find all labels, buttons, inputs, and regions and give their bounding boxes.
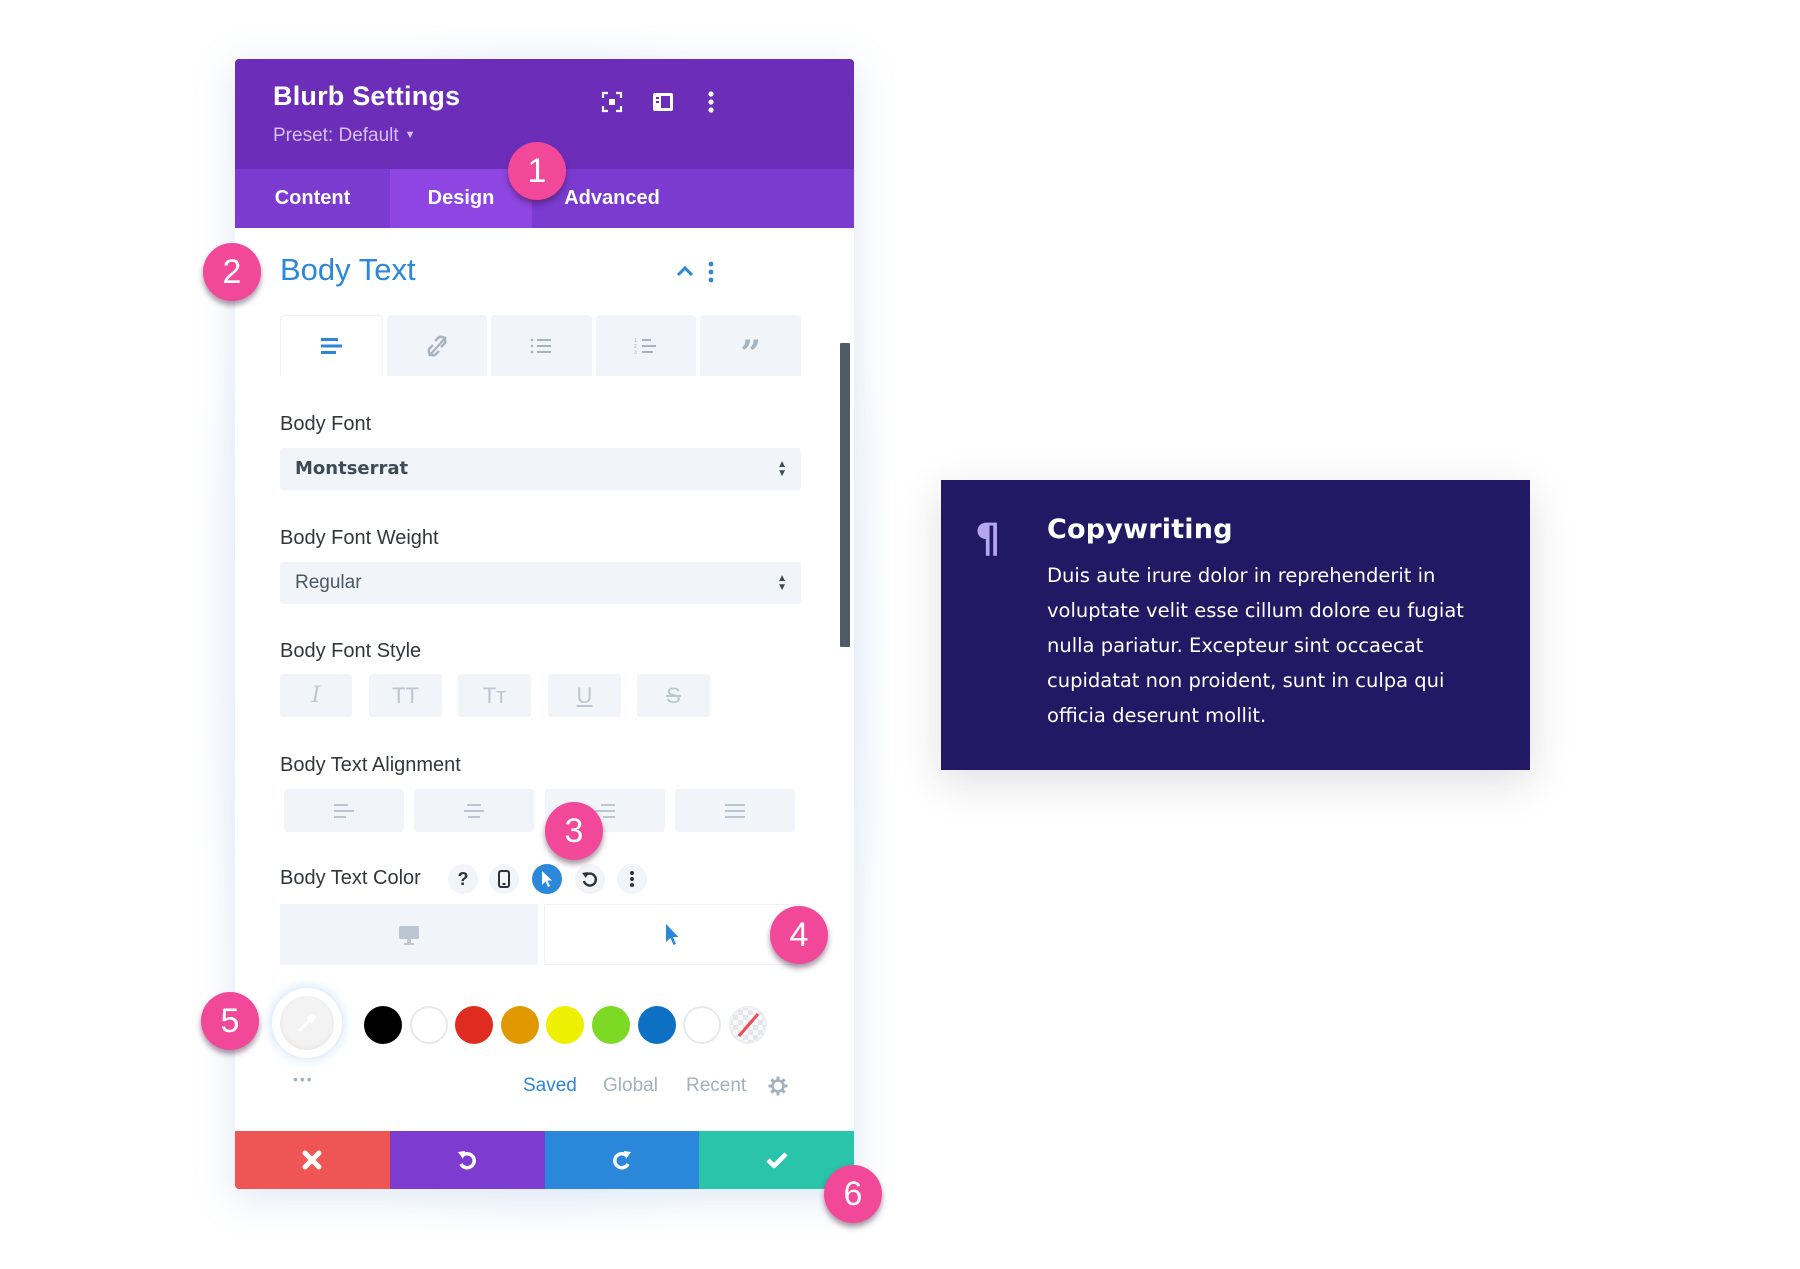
align-center-button[interactable] bbox=[414, 789, 534, 832]
panel-scrollbar[interactable] bbox=[840, 343, 850, 647]
color-swatch-transparent[interactable] bbox=[728, 1006, 767, 1044]
more-colors-dots[interactable]: ••• bbox=[293, 1071, 314, 1087]
strikethrough-button[interactable]: S bbox=[637, 674, 710, 717]
align-justify-icon bbox=[725, 803, 745, 818]
palette-settings-gear-icon[interactable] bbox=[768, 1076, 788, 1101]
redo-button[interactable] bbox=[544, 1131, 700, 1189]
more-vertical-icon[interactable] bbox=[698, 89, 724, 115]
undo-button[interactable] bbox=[389, 1131, 545, 1189]
align-left-button[interactable] bbox=[284, 789, 404, 832]
step-badge-2: 2 bbox=[203, 243, 261, 301]
body-font-style-label: Body Font Style bbox=[280, 640, 422, 662]
select-arrows-icon: ▲ ▼ bbox=[777, 459, 787, 479]
subtab-unordered-list[interactable] bbox=[491, 315, 592, 376]
select-arrows-icon: ▲ ▼ bbox=[777, 573, 787, 593]
step-badge-3: 3 bbox=[545, 802, 603, 860]
italic-icon: I bbox=[311, 683, 321, 708]
ordered-list-icon: 123 bbox=[634, 338, 657, 355]
quote-icon: ” bbox=[740, 332, 762, 375]
body-font-weight-select[interactable]: Regular ▲ ▼ bbox=[280, 562, 801, 604]
color-swatch[interactable] bbox=[364, 1006, 402, 1044]
strikethrough-icon: S bbox=[666, 682, 681, 708]
color-swatch[interactable] bbox=[409, 1006, 448, 1044]
step-badge-1: 1 bbox=[508, 142, 566, 200]
italic-button[interactable]: I bbox=[280, 674, 352, 717]
body-font-label: Body Font bbox=[280, 413, 372, 435]
align-center-icon bbox=[464, 803, 484, 818]
palette-tab-recent[interactable]: Recent bbox=[686, 1075, 746, 1097]
tab-content[interactable]: Content bbox=[235, 169, 390, 228]
eyedropper-button[interactable] bbox=[272, 988, 342, 1058]
hover-cursor-icon bbox=[666, 923, 679, 945]
capitalize-button[interactable]: Tт bbox=[458, 674, 531, 717]
body-text-alignment-label: Body Text Alignment bbox=[280, 754, 461, 776]
focus-mode-icon[interactable] bbox=[599, 89, 625, 115]
eyedropper-icon bbox=[297, 1014, 316, 1033]
text-subtabs: 123 ” bbox=[280, 315, 801, 376]
subtab-text[interactable] bbox=[280, 315, 383, 376]
align-justify-button[interactable] bbox=[675, 789, 795, 832]
link-icon bbox=[427, 335, 447, 357]
check-icon bbox=[766, 1152, 788, 1169]
color-swatch[interactable] bbox=[546, 1006, 585, 1044]
panel-title: Blurb Settings bbox=[273, 81, 461, 111]
device-tab-desktop[interactable] bbox=[280, 904, 538, 965]
hover-cursor-icon[interactable] bbox=[532, 864, 562, 894]
color-swatch[interactable] bbox=[592, 1006, 630, 1044]
panel-footer bbox=[235, 1131, 854, 1189]
color-swatch[interactable] bbox=[455, 1006, 494, 1044]
help-glyph: ? bbox=[457, 868, 469, 889]
capitalize-icon: Tт bbox=[482, 682, 507, 708]
body-text-color-label: Body Text Color bbox=[280, 867, 421, 889]
paragraph-icon: ¶ bbox=[975, 516, 1001, 562]
subtab-ordered-list[interactable]: 123 bbox=[595, 315, 697, 376]
body-font-value: Montserrat bbox=[295, 458, 409, 479]
eyedropper-swatch bbox=[280, 996, 334, 1050]
svg-text:3: 3 bbox=[634, 350, 637, 355]
palette-tab-saved[interactable]: Saved bbox=[523, 1075, 577, 1097]
uppercase-button[interactable]: TT bbox=[369, 674, 442, 717]
body-font-weight-value: Regular bbox=[295, 572, 362, 593]
blurb-settings-panel: Blurb Settings Preset: Default ▼ Content … bbox=[235, 59, 854, 1189]
underline-icon: U bbox=[576, 682, 593, 708]
section-title-body-text[interactable]: Body Text bbox=[280, 252, 416, 288]
help-icon[interactable]: ? bbox=[448, 864, 478, 894]
blurb-preview-card: ¶ Copywriting Duis aute irure dolor in r… bbox=[941, 480, 1530, 770]
color-swatch[interactable] bbox=[500, 1006, 539, 1044]
step-badge-5: 5 bbox=[201, 992, 259, 1050]
subtab-quote[interactable]: ” bbox=[700, 315, 801, 376]
preset-label: Preset: Default bbox=[273, 125, 399, 146]
section-more-icon[interactable] bbox=[707, 261, 715, 288]
device-tab-hover[interactable] bbox=[544, 904, 800, 965]
desktop-icon bbox=[399, 925, 419, 945]
discard-button[interactable] bbox=[235, 1131, 390, 1189]
responsive-icon[interactable] bbox=[489, 864, 519, 894]
split-view-icon[interactable] bbox=[650, 89, 676, 115]
body-font-weight-label: Body Font Weight bbox=[280, 527, 439, 549]
body-font-select[interactable]: Montserrat ▲ ▼ bbox=[280, 448, 801, 490]
palette-tab-global[interactable]: Global bbox=[603, 1075, 658, 1097]
blurb-body-text: Duis aute irure dolor in reprehenderit i… bbox=[1047, 564, 1464, 727]
chevron-up-icon[interactable] bbox=[675, 264, 695, 283]
text-icon bbox=[321, 338, 343, 354]
reset-icon[interactable] bbox=[575, 864, 605, 894]
preset-dropdown[interactable]: Preset: Default ▼ bbox=[273, 125, 416, 147]
align-left-icon bbox=[334, 803, 354, 818]
close-icon bbox=[302, 1150, 322, 1170]
color-swatch[interactable] bbox=[683, 1006, 722, 1044]
color-more-icon[interactable] bbox=[617, 864, 647, 894]
caret-down-icon: ▼ bbox=[404, 129, 416, 141]
color-swatch[interactable] bbox=[637, 1006, 676, 1044]
blurb-title: Copywriting bbox=[1047, 514, 1233, 545]
undo-icon bbox=[458, 1151, 477, 1170]
subtab-link[interactable] bbox=[386, 315, 488, 376]
step-badge-6: 6 bbox=[824, 1165, 882, 1223]
step-badge-4: 4 bbox=[770, 906, 828, 964]
unordered-list-icon bbox=[531, 338, 552, 353]
uppercase-icon: TT bbox=[392, 682, 419, 708]
underline-button[interactable]: U bbox=[548, 674, 621, 717]
redo-icon bbox=[612, 1151, 631, 1170]
